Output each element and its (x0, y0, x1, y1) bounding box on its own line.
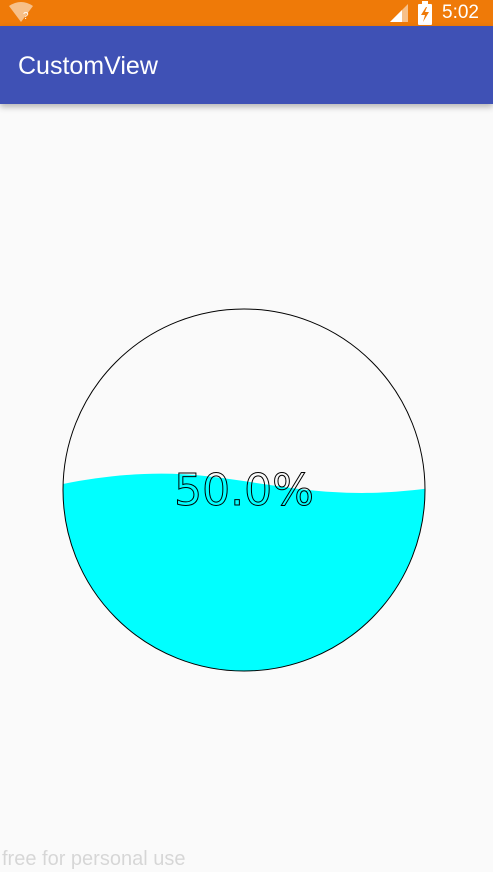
content-area: 50.0% (0, 104, 493, 872)
battery-charging-icon (418, 1, 432, 25)
status-bar: ? 5:02 (0, 0, 493, 26)
app-title: CustomView (18, 52, 158, 80)
svg-text:?: ? (23, 11, 29, 22)
wifi-unknown-icon: ? (9, 2, 33, 22)
progress-text: 50.0% (174, 465, 314, 516)
status-time: 5:02 (442, 2, 479, 23)
wave-progress-view: 50.0% (62, 308, 426, 672)
cell-signal-icon (390, 4, 408, 22)
app-bar: CustomView (0, 26, 493, 104)
watermark-text: free for personal use (2, 848, 186, 870)
